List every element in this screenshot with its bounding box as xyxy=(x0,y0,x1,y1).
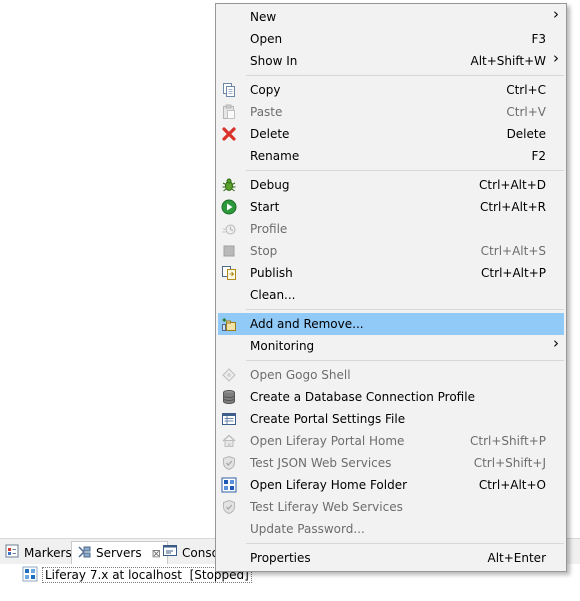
folder-icon xyxy=(221,477,237,493)
menu-item-paste[interactable]: Paste Ctrl+V xyxy=(218,101,564,123)
context-menu: New › Open F3 Show In Alt+Shift+W › Copy Ctrl+C P… xyxy=(215,3,567,572)
menu-item-shortcut: Ctrl+Shift+P xyxy=(470,434,546,448)
debug-icon xyxy=(221,177,237,193)
menu-item-label: Create Portal Settings File xyxy=(250,412,406,426)
console-icon xyxy=(162,543,178,562)
menu-item-shortcut: Alt+Shift+W xyxy=(470,54,547,68)
tab-servers[interactable]: Servers ⊠ xyxy=(71,541,168,564)
chevron-right-icon: › xyxy=(553,334,559,352)
chevron-right-icon: › xyxy=(553,5,559,23)
menu-item-delete[interactable]: Delete Delete xyxy=(218,123,564,145)
menu-item-new[interactable]: New › xyxy=(218,6,564,28)
menu-item-label: Paste xyxy=(250,105,283,119)
menu-item-label: Open Liferay Portal Home xyxy=(250,434,405,448)
menu-item-label: Properties xyxy=(250,551,311,565)
menu-item-profile[interactable]: Profile xyxy=(218,218,564,240)
copy-icon xyxy=(221,82,237,98)
menu-item-start[interactable]: Start Ctrl+Alt+R xyxy=(218,196,564,218)
tab-markers[interactable]: Markers xyxy=(0,541,78,564)
publish-icon xyxy=(221,265,237,281)
menu-item-shortcut: Alt+Enter xyxy=(487,551,546,565)
menu-item-properties[interactable]: Properties Alt+Enter xyxy=(218,547,564,569)
menu-item-open-gogo-shell[interactable]: Open Gogo Shell xyxy=(218,364,564,386)
menu-item-shortcut: F2 xyxy=(531,149,546,163)
menu-item-copy[interactable]: Copy Ctrl+C xyxy=(218,79,564,101)
menu-separator xyxy=(246,543,564,544)
menu-item-open-liferay-home-folder[interactable]: Open Liferay Home Folder Ctrl+Alt+O xyxy=(218,474,564,496)
menu-item-label: Open xyxy=(250,32,283,46)
menu-item-label: Create a Database Connection Profile xyxy=(250,390,475,404)
menu-item-shortcut: Ctrl+Shift+J xyxy=(473,456,546,470)
menu-item-open-liferay-portal-home[interactable]: Open Liferay Portal Home Ctrl+Shift+P xyxy=(218,430,564,452)
shield-icon xyxy=(221,455,237,471)
liferay-server-icon xyxy=(22,566,38,585)
shield-icon xyxy=(221,499,237,515)
menu-item-label: Clean... xyxy=(250,288,296,302)
menu-item-update-password[interactable]: Update Password... xyxy=(218,518,564,540)
menu-item-stop[interactable]: Stop Ctrl+Alt+S xyxy=(218,240,564,262)
menu-item-shortcut: Delete xyxy=(506,127,546,141)
menu-separator xyxy=(246,309,564,310)
menu-item-label: Debug xyxy=(250,178,290,192)
paste-icon xyxy=(221,104,237,120)
profile-icon xyxy=(221,221,237,237)
menu-item-shortcut: Ctrl+Alt+O xyxy=(478,478,546,492)
tab-label: Markers xyxy=(24,545,72,560)
menu-item-label: Profile xyxy=(250,222,288,236)
menu-item-label: Copy xyxy=(250,83,281,97)
server-name: Liferay 7.x at localhost xyxy=(45,568,182,582)
menu-item-show-in[interactable]: Show In Alt+Shift+W › xyxy=(218,50,564,72)
settings-file-icon xyxy=(221,411,237,427)
menu-item-label: Update Password... xyxy=(250,522,365,536)
eclipse-workbench: Markers Servers ⊠ Conso Liferay 7.x at l… xyxy=(0,0,580,601)
menu-item-clean[interactable]: Clean... xyxy=(218,284,564,306)
tab-label: Servers xyxy=(96,546,142,560)
menu-item-label: Test JSON Web Services xyxy=(250,456,392,470)
menu-item-add-and-remove[interactable]: Add and Remove... xyxy=(218,313,564,335)
menu-item-label: Delete xyxy=(250,127,290,141)
markers-icon xyxy=(4,543,20,562)
menu-item-shortcut: Ctrl+C xyxy=(506,83,546,97)
gogo-shell-icon xyxy=(221,367,237,383)
database-icon xyxy=(221,389,237,405)
tab-label: Conso xyxy=(182,545,219,560)
delete-icon xyxy=(221,126,237,142)
menu-item-debug[interactable]: Debug Ctrl+Alt+D xyxy=(218,174,564,196)
stop-icon xyxy=(221,243,237,259)
menu-separator xyxy=(246,75,564,76)
add-remove-icon xyxy=(221,316,237,332)
menu-item-shortcut: Ctrl+Alt+R xyxy=(479,200,546,214)
menu-item-shortcut: F3 xyxy=(531,32,546,46)
menu-item-shortcut: Ctrl+Alt+P xyxy=(481,266,546,280)
menu-separator xyxy=(246,170,564,171)
menu-item-label: New xyxy=(250,10,277,24)
menu-item-test-liferay-web-services[interactable]: Test Liferay Web Services xyxy=(218,496,564,518)
menu-item-shortcut: Ctrl+Alt+S xyxy=(480,244,546,258)
menu-item-rename[interactable]: Rename F2 xyxy=(218,145,564,167)
menu-item-test-json-web-services[interactable]: Test JSON Web Services Ctrl+Shift+J xyxy=(218,452,564,474)
menu-item-shortcut: Ctrl+V xyxy=(506,105,546,119)
menu-item-label: Rename xyxy=(250,149,300,163)
menu-separator xyxy=(246,360,564,361)
menu-item-shortcut: Ctrl+Alt+D xyxy=(479,178,546,192)
menu-item-label: Publish xyxy=(250,266,293,280)
menu-item-label: Show In xyxy=(250,54,298,68)
menu-item-label: Start xyxy=(250,200,280,214)
menu-item-label: Open Gogo Shell xyxy=(250,368,351,382)
menu-item-label: Test Liferay Web Services xyxy=(250,500,403,514)
menu-item-label: Stop xyxy=(250,244,278,258)
chevron-right-icon: › xyxy=(553,49,559,67)
menu-item-create-a-database-connection-profile[interactable]: Create a Database Connection Profile xyxy=(218,386,564,408)
menu-item-open[interactable]: Open F3 xyxy=(218,28,564,50)
menu-item-create-portal-settings-file[interactable]: Create Portal Settings File xyxy=(218,408,564,430)
menu-item-publish[interactable]: Publish Ctrl+Alt+P xyxy=(218,262,564,284)
start-icon xyxy=(221,199,237,215)
menu-item-label: Monitoring xyxy=(250,339,315,353)
menu-item-label: Add and Remove... xyxy=(250,317,364,331)
menu-item-monitoring[interactable]: Monitoring › xyxy=(218,335,564,357)
servers-icon xyxy=(76,544,92,563)
home-icon xyxy=(221,433,237,449)
menu-item-label: Open Liferay Home Folder xyxy=(250,478,408,492)
